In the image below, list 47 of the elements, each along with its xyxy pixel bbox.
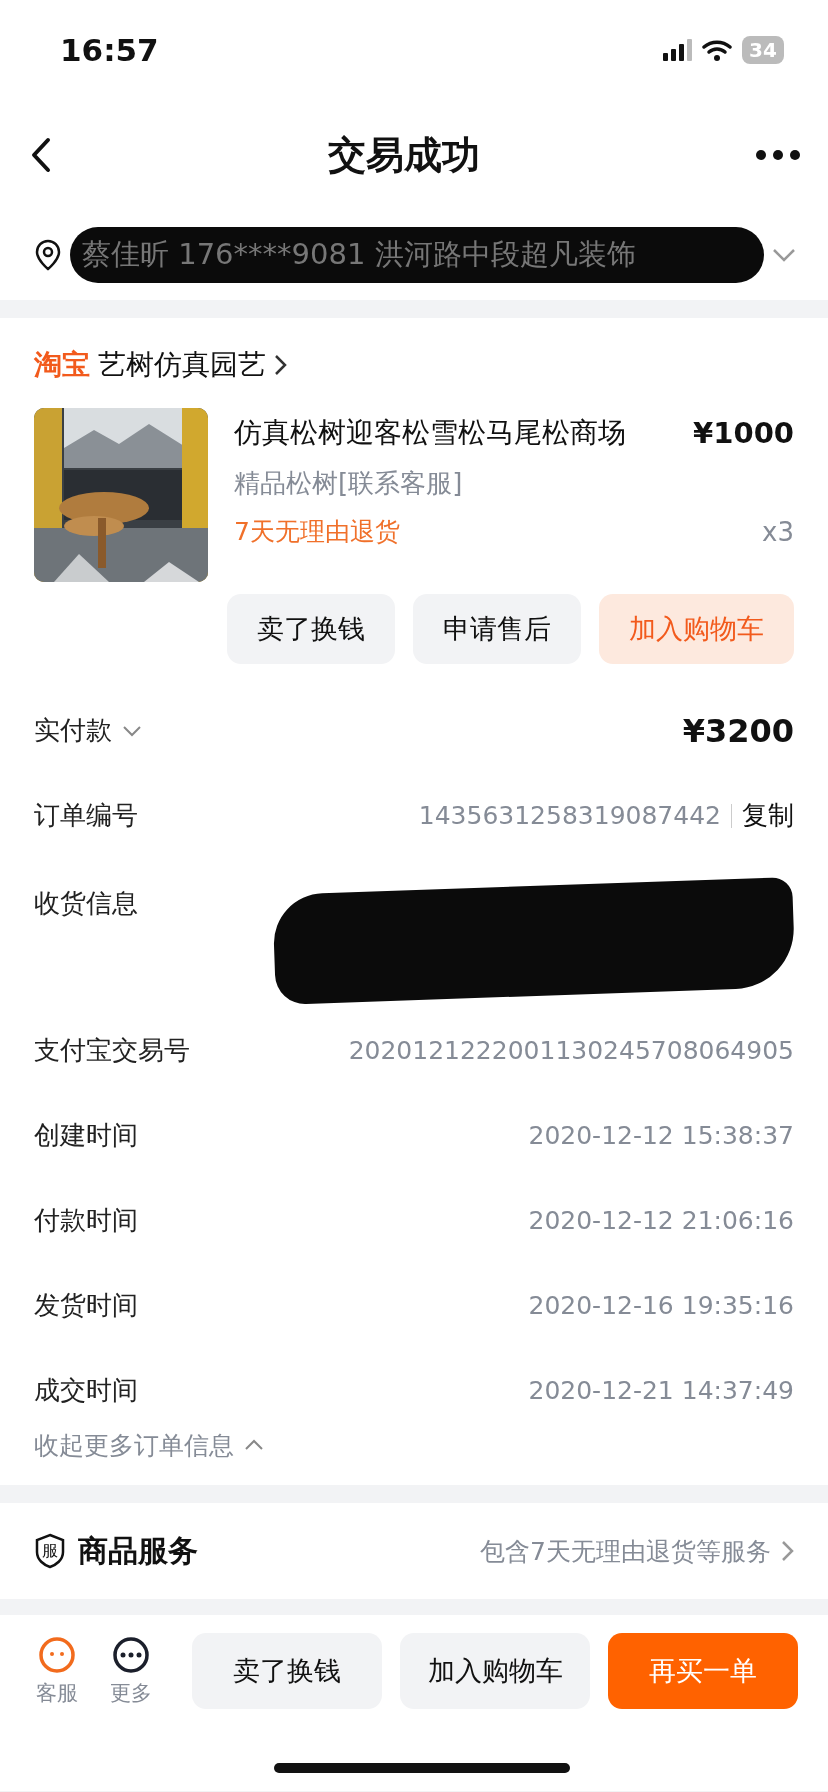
chevron-right-icon — [781, 1540, 794, 1562]
field-label: 发货时间 — [34, 1289, 138, 1322]
chevron-up-icon — [244, 1439, 264, 1451]
return-policy: 7天无理由退货 — [234, 516, 400, 548]
field-label: 订单编号 — [34, 799, 138, 832]
quantity: x3 — [762, 516, 794, 547]
badge-label: 服 — [42, 1540, 58, 1562]
action-button[interactable]: 申请售后 — [413, 594, 581, 664]
shop-name[interactable]: 艺树仿真园艺 — [98, 346, 266, 384]
chevron-right-icon[interactable] — [274, 354, 287, 376]
field-label: 成交时间 — [34, 1374, 138, 1407]
field-value: 2020-12-21 14:37:49 — [528, 1376, 794, 1405]
product-price: ¥1000 — [693, 416, 794, 450]
order-number: 1435631258319087442 — [418, 801, 721, 830]
clock-time: 16:57 — [60, 32, 159, 68]
field-label: 付款时间 — [34, 1204, 138, 1237]
page-title: 交易成功 — [328, 131, 480, 179]
shield-icon — [34, 1533, 66, 1569]
battery-level: 34 — [742, 36, 784, 64]
location-icon — [34, 239, 62, 271]
action-button[interactable]: 加入购物车 — [400, 1633, 590, 1709]
product-spec: 精品松树[联系客服] — [234, 467, 464, 500]
action-button[interactable]: 卖了换钱 — [192, 1633, 382, 1709]
field-label: 创建时间 — [34, 1119, 138, 1152]
signal-icon — [663, 39, 692, 61]
section-title: 商品服务 — [78, 1531, 198, 1570]
chevron-down-icon[interactable] — [122, 724, 142, 737]
wifi-icon — [702, 39, 732, 61]
field-value: 2020-12-12 21:06:16 — [528, 1206, 794, 1235]
field-value: 2020-12-12 15:38:37 — [528, 1121, 794, 1150]
platform-logo: 淘宝 — [34, 347, 90, 383]
address-text[interactable]: 蔡佳昕 176****9081 洪河路中段超凡装饰 — [70, 227, 764, 283]
field-value: 2020121222001130245708064905 — [348, 1036, 794, 1065]
field-label: 收货信息 — [34, 887, 138, 920]
field-label: 支付宝交易号 — [34, 1034, 190, 1067]
back-icon[interactable] — [30, 137, 52, 173]
product-title[interactable]: 仿真松树迎客松雪松马尾松商场 — [234, 414, 626, 452]
toolbar-button[interactable]: 更多 — [104, 1635, 158, 1707]
copy-link[interactable]: 复制 — [742, 798, 794, 833]
action-button[interactable]: 卖了换钱 — [227, 594, 395, 664]
more-icon[interactable] — [756, 150, 800, 160]
more-icon — [111, 1635, 151, 1675]
field-label: 实付款 — [34, 714, 112, 747]
chat-icon — [37, 1635, 77, 1675]
field-value: 2020-12-16 19:35:16 — [528, 1291, 794, 1320]
paid-amount: ¥3200 — [682, 711, 794, 750]
chevron-down-icon[interactable] — [772, 248, 796, 262]
